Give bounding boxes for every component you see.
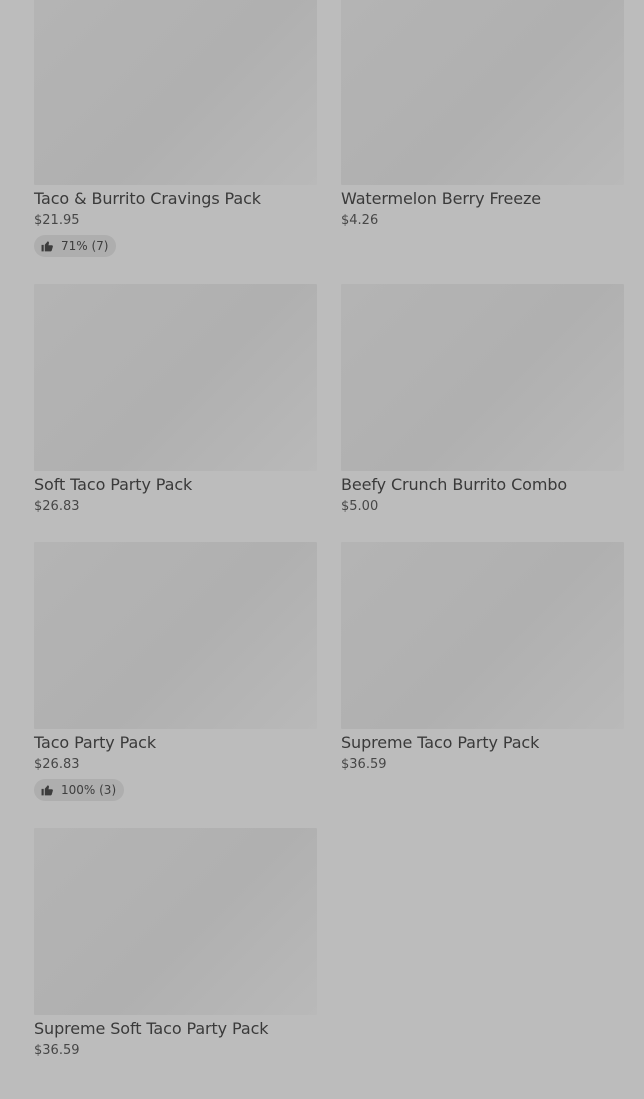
product-image[interactable] (34, 828, 317, 1015)
product-name[interactable]: Taco Party Pack (34, 732, 318, 754)
product-name[interactable]: Watermelon Berry Freeze (341, 188, 625, 210)
product-image[interactable] (341, 0, 624, 185)
product-card[interactable]: Supreme Taco Party Pack $36.59 (341, 542, 625, 775)
product-name[interactable]: Soft Taco Party Pack (34, 474, 318, 496)
product-card[interactable]: Beefy Crunch Burrito Combo $5.00 (341, 284, 625, 517)
menu-product-grid: Taco & Burrito Cravings Pack $21.95 71% … (0, 0, 644, 1099)
product-price: $36.59 (34, 1043, 80, 1058)
product-price: $21.95 (34, 213, 80, 228)
product-name[interactable]: Beefy Crunch Burrito Combo (341, 474, 625, 496)
product-card[interactable]: Supreme Soft Taco Party Pack $36.59 (34, 828, 318, 1061)
product-image[interactable] (341, 284, 624, 471)
rating-text: 100% (3) (61, 783, 117, 797)
rating-badge: 71% (7) (34, 235, 117, 257)
product-card[interactable]: Watermelon Berry Freeze $4.26 (341, 0, 625, 231)
product-name[interactable]: Supreme Taco Party Pack (341, 732, 625, 754)
product-image[interactable] (34, 284, 317, 471)
thumbs-up-icon (41, 784, 54, 796)
product-card[interactable]: Taco & Burrito Cravings Pack $21.95 71% … (34, 0, 318, 257)
product-name[interactable]: Taco & Burrito Cravings Pack (34, 188, 318, 210)
product-image[interactable] (341, 542, 624, 729)
product-price: $4.26 (341, 213, 379, 228)
rating-badge: 100% (3) (34, 779, 125, 801)
product-card[interactable]: Taco Party Pack $26.83 100% (3) (34, 542, 318, 801)
product-image[interactable] (34, 0, 317, 185)
product-price: $26.83 (34, 499, 80, 514)
thumbs-up-icon (41, 240, 54, 252)
product-card[interactable]: Soft Taco Party Pack $26.83 (34, 284, 318, 517)
product-price: $26.83 (34, 757, 80, 772)
product-price: $5.00 (341, 499, 379, 514)
product-price: $36.59 (341, 757, 387, 772)
product-name[interactable]: Supreme Soft Taco Party Pack (34, 1018, 318, 1040)
rating-text: 71% (7) (61, 239, 109, 253)
product-image[interactable] (34, 542, 317, 729)
